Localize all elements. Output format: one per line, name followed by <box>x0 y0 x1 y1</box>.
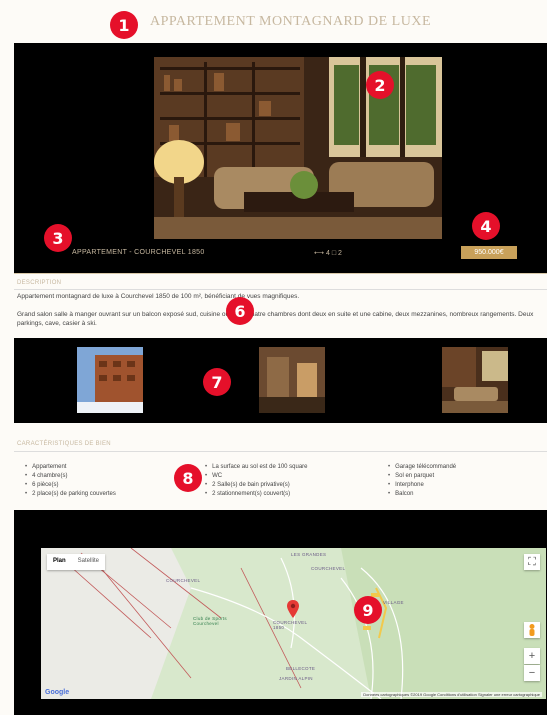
description-paragraph-2: Grand salon salle à manger ouvrant sur u… <box>17 311 534 327</box>
hero-photo[interactable] <box>154 57 442 239</box>
feature-item: Interphone <box>388 481 456 490</box>
map-label-bottom: JARDIN ALPIN <box>279 676 313 681</box>
hero-banner: APPARTEMENT - COURCHEVEL 1850 ⟷ 4 □ 2 95… <box>14 43 547 273</box>
annotation-badge-3: 3 <box>44 224 72 252</box>
annotation-badge-1: 1 <box>110 11 138 39</box>
feature-item: Sol en parquet <box>388 472 456 481</box>
living-room-thumbnail <box>442 347 508 413</box>
map-label-bellecote: BELLECOTE <box>286 666 316 671</box>
google-logo: Google <box>45 689 70 696</box>
hero-bottom-border <box>14 273 547 274</box>
google-map[interactable]: Plan Satellite LES GRANDES COURCHEVEL CO… <box>41 548 546 699</box>
features-column-2: La surface au sol est de 100 square WC 2… <box>205 463 308 499</box>
description-divider <box>14 289 547 290</box>
exterior-thumbnail <box>77 347 143 413</box>
feature-item: La surface au sol est de 100 square <box>205 463 307 472</box>
feature-item: Appartement <box>25 463 116 472</box>
photo-gallery <box>14 338 547 423</box>
features-divider <box>14 451 547 452</box>
features-column-3: Garage télécommandé Sol en parquet Inter… <box>388 463 456 499</box>
description-heading: DESCRIPTION <box>17 280 62 286</box>
pegman-icon <box>529 624 535 636</box>
living-room-image <box>154 57 442 239</box>
map-attribution[interactable]: Données cartographiques ©2019 Google Con… <box>361 692 542 697</box>
zoom-in-button[interactable]: + <box>524 648 540 664</box>
feature-item: Balcon <box>388 490 456 499</box>
feature-item: 6 pièce(s) <box>25 481 116 490</box>
map-label-marker: COURCHEVEL 1850 <box>273 620 308 630</box>
annotation-badge-2: 2 <box>366 71 394 99</box>
map-label-top: LES GRANDES <box>291 552 327 557</box>
feature-item: WC <box>205 472 308 481</box>
gallery-thumb-entrance[interactable] <box>259 347 325 413</box>
map-label-park: Club de Sports Courchevel <box>193 616 227 626</box>
fullscreen-icon[interactable]: ⛶ <box>524 554 540 570</box>
feature-item: 2 place(s) de parking couvertes <box>25 490 116 499</box>
gallery-thumb-exterior[interactable] <box>77 347 143 413</box>
gallery-thumb-living-room[interactable] <box>442 347 508 413</box>
page-title: APPARTEMENT MONTAGNARD DE LUXE <box>150 14 431 29</box>
feature-item: 2 stationnement(s) couvert(s) <box>205 490 308 499</box>
map-section: Plan Satellite LES GRANDES COURCHEVEL CO… <box>14 510 547 715</box>
feature-item: Garage télécommandé <box>388 463 456 472</box>
feature-item: 4 chambre(s) <box>25 472 116 481</box>
annotation-badge-4: 4 <box>472 212 500 240</box>
feature-item: 2 Salle(s) de bain privative(s) <box>205 481 308 490</box>
map-tab-satellite[interactable]: Satellite <box>72 554 105 570</box>
map-type-tabs: Plan Satellite <box>47 554 106 570</box>
map-label-courchevel: COURCHEVEL <box>166 578 201 583</box>
price-tag: 950.000€ <box>461 246 517 259</box>
map-pin-icon[interactable] <box>287 600 299 618</box>
description-paragraph-1: Appartement montagnard de luxe à Courche… <box>17 293 300 300</box>
zoom-out-button[interactable]: − <box>524 665 540 681</box>
annotation-badge-6: 6 <box>226 297 254 325</box>
annotation-badge-7: 7 <box>203 368 231 396</box>
annotation-badge-9: 9 <box>354 596 382 624</box>
hero-caption: APPARTEMENT - COURCHEVEL 1850 <box>72 249 205 256</box>
features-heading: CARACTÉRISTIQUES DE BIEN <box>17 441 111 447</box>
hero-room-stats: ⟷ 4 □ 2 <box>314 250 342 257</box>
map-tab-plan[interactable]: Plan <box>47 554 72 570</box>
street-view-pegman-icon[interactable] <box>524 622 540 638</box>
property-page: 1 APPARTEMENT MONTAGNARD DE LUXE APPARTE… <box>0 0 547 715</box>
map-label-courchevel-east: COURCHEVEL <box>311 566 346 571</box>
entrance-thumbnail <box>259 347 325 413</box>
features-column-1: Appartement 4 chambre(s) 6 pièce(s) 2 pl… <box>25 463 116 499</box>
map-label-village: VILLAGE <box>383 600 404 605</box>
annotation-badge-8: 8 <box>174 464 202 492</box>
